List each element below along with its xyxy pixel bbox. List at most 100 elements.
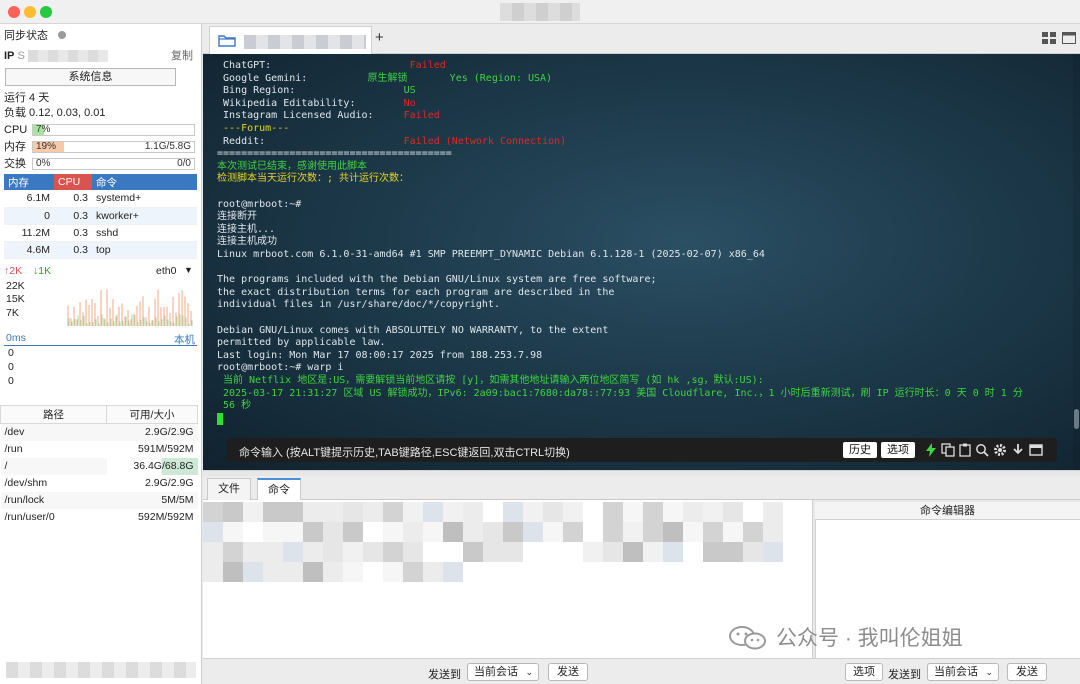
redacted-pixel xyxy=(443,522,463,542)
latency-line xyxy=(4,345,197,346)
command-input-bar[interactable]: 命令输入 (按ALT键提示历史,TAB键路径,ESC键返回,双击CTRL切换) … xyxy=(227,438,1057,462)
paste-icon[interactable] xyxy=(958,443,972,457)
copy-icon[interactable] xyxy=(941,443,955,457)
zoom-window-button[interactable] xyxy=(40,6,52,18)
table-row[interactable]: /run/lock 5M/5M xyxy=(0,491,198,509)
table-row[interactable]: 0 0.3 kworker+ xyxy=(4,207,197,225)
options-button[interactable]: 选项 xyxy=(881,442,915,458)
terminal-line: root@mrboot:~# warp i xyxy=(217,362,343,375)
redacted-pixel xyxy=(763,522,783,542)
redacted-pixel xyxy=(383,542,403,562)
terminal-line: 本次测试已结束，感谢使用此脚本 xyxy=(217,161,367,174)
tab-files[interactable]: 文件 xyxy=(207,478,251,500)
table-row[interactable]: 11.2M 0.3 sshd xyxy=(4,224,197,242)
disk-path: /run/user/0 xyxy=(4,511,55,523)
net-download: 1K xyxy=(38,265,52,277)
proc-cpu: 0.3 xyxy=(54,224,92,242)
redacted-pixel xyxy=(523,502,543,522)
table-row[interactable]: /run/user/0 592M/592M xyxy=(1,509,198,526)
proc-mem: 11.2M xyxy=(4,224,54,242)
redacted-pixel xyxy=(683,502,703,522)
terminal-line-result: 2025-03-17 21:31:27 区域 US 解锁成功，IPv6: 2a0… xyxy=(217,387,1023,399)
ip-label: IP xyxy=(4,50,15,62)
proc-header-cmd[interactable]: 命令 xyxy=(92,174,197,190)
chevron-down-icon[interactable]: ▼ xyxy=(184,265,193,275)
redacted-pixel xyxy=(683,522,703,542)
disk-header-usage[interactable]: 可用/大小 xyxy=(106,405,198,424)
command-input-placeholder[interactable]: 命令输入 (按ALT键提示历史,TAB键路径,ESC键返回,双击CTRL切换) xyxy=(239,444,570,460)
table-row[interactable]: 4.6M 0.3 top xyxy=(4,241,197,259)
layout-grid-icon[interactable] xyxy=(1042,32,1056,44)
window-title-redacted xyxy=(500,3,580,21)
wechat-icon xyxy=(729,626,766,650)
lightning-icon[interactable] xyxy=(924,443,938,457)
terminal-line: ---Forum--- xyxy=(217,123,289,136)
terminal-line: Bing Region: US xyxy=(217,85,416,98)
network-traffic-chart xyxy=(67,289,193,326)
redacted-pixel xyxy=(643,522,663,542)
options-button-bottom[interactable]: 选项 xyxy=(845,663,883,681)
terminal-line-result: Failed (Network Connection) xyxy=(403,135,567,147)
session-select-editor[interactable]: 当前会话 ⌄ xyxy=(927,663,999,681)
disk-usage: 36.4G/68.8G xyxy=(106,457,198,475)
disk-header-path[interactable]: 路径 xyxy=(0,405,107,424)
redacted-pixel xyxy=(263,562,283,582)
proc-header-cpu[interactable]: CPU xyxy=(54,174,92,190)
redacted-pixel xyxy=(463,502,483,522)
redacted-pixel xyxy=(383,562,403,582)
terminal-line: 2025-03-17 21:31:27 区域 US 解锁成功，IPv6: 2a0… xyxy=(217,388,1023,401)
table-row[interactable]: /dev 2.9G/2.9G xyxy=(0,423,198,441)
send-button-editor[interactable]: 发送 xyxy=(1007,663,1047,681)
terminal-line-mid: 原生解锁 xyxy=(367,72,408,84)
net-interface[interactable]: eth0 xyxy=(156,265,176,277)
sync-status: 同步状态 xyxy=(4,28,197,44)
terminal-line-result: Failed xyxy=(409,60,446,71)
redacted-pixel xyxy=(203,562,223,582)
copy-ip-link[interactable]: 复制 xyxy=(171,48,193,64)
close-window-button[interactable] xyxy=(8,6,20,18)
folder-icon[interactable] xyxy=(218,34,236,47)
layout-split-icon[interactable] xyxy=(1062,32,1076,44)
terminal-scrollbar-thumb[interactable] xyxy=(1074,409,1079,429)
redacted-pixel xyxy=(583,542,603,562)
redacted-pixel xyxy=(203,502,223,522)
redacted-pixel xyxy=(283,562,303,582)
gear-icon[interactable] xyxy=(993,443,1007,457)
net-tick: 22K xyxy=(6,280,25,292)
window-icon[interactable] xyxy=(1029,443,1043,457)
redacted-pixel xyxy=(723,522,743,542)
download-icon[interactable] xyxy=(1011,443,1025,457)
proc-header-mem[interactable]: 内存 xyxy=(4,174,54,190)
terminal-line: Last login: Mon Mar 17 08:00:17 2025 fro… xyxy=(217,350,542,363)
terminal-line-text: Bing Region: xyxy=(217,85,404,97)
terminal-output[interactable]: ChatGPT: Failed Google Gemini: 原生解锁 Yes … xyxy=(203,54,1080,470)
history-button[interactable]: 历史 xyxy=(843,442,877,458)
terminal-scrollbar[interactable] xyxy=(1073,54,1080,470)
session-select[interactable]: 当前会话 ⌄ xyxy=(467,663,539,681)
add-tab-button[interactable]: + xyxy=(375,29,384,46)
redacted-pixel xyxy=(563,522,583,542)
send-button[interactable]: 发送 xyxy=(548,663,588,681)
terminal-line-text: root@mrboot:~# xyxy=(217,198,302,210)
table-row[interactable]: 6.1M 0.3 systemd+ xyxy=(4,190,197,208)
minimize-window-button[interactable] xyxy=(24,6,36,18)
system-info-button[interactable]: 系统信息 xyxy=(5,68,176,86)
terminal-line-result: 本次测试已结束，感谢使用此脚本 xyxy=(217,160,367,172)
table-row[interactable]: /36.4G/68.8G xyxy=(0,457,198,475)
table-row[interactable]: /dev/shm 2.9G/2.9G xyxy=(1,475,198,492)
proc-cpu: 0.3 xyxy=(54,207,92,225)
terminal-line-text: Wikipedia Editability: xyxy=(217,97,404,109)
terminal-line: Debian GNU/Linux comes with ABSOLUTELY N… xyxy=(217,325,608,338)
redacted-pixel xyxy=(663,522,683,542)
mem-value: 1.1G/5.8G xyxy=(144,141,191,152)
disk-path: /run xyxy=(4,443,23,455)
tab-commands[interactable]: 命令 xyxy=(257,478,301,500)
session-tab[interactable] xyxy=(209,26,372,54)
table-row[interactable]: /run 591M/592M xyxy=(1,441,198,458)
swap-bar: 0% 0/0 xyxy=(32,158,195,170)
disk-path: /dev/shm xyxy=(4,477,48,489)
latency-label: 0ms xyxy=(6,332,26,344)
search-icon[interactable] xyxy=(975,443,989,457)
redacted-pixel xyxy=(723,502,743,522)
terminal-line-text: 连接主机成功 xyxy=(217,236,277,248)
